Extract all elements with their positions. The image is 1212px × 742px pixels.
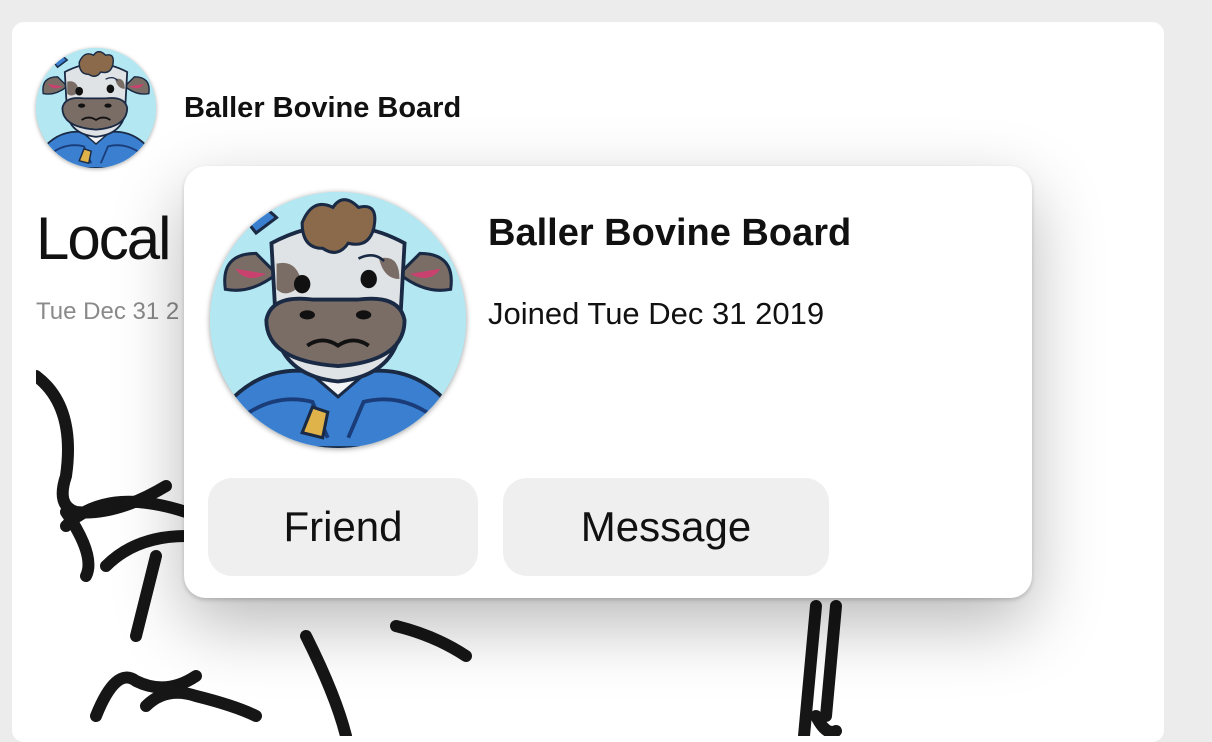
profile-popover: Baller Bovine Board Joined Tue Dec 31 20… [184, 166, 1032, 598]
post-title: Local [36, 205, 171, 272]
author-name[interactable]: Baller Bovine Board [184, 92, 461, 125]
joined-date: Joined Tue Dec 31 2019 [488, 296, 825, 331]
cow-avatar-icon [36, 48, 156, 168]
cow-avatar-icon [210, 192, 466, 448]
post-date: Tue Dec 31 2 [36, 298, 180, 325]
post-header: Baller Bovine Board [36, 46, 461, 170]
popover-avatar[interactable] [210, 192, 466, 448]
friend-button[interactable]: Friend [208, 478, 478, 576]
message-button[interactable]: Message [503, 478, 829, 576]
popover-name[interactable]: Baller Bovine Board [488, 212, 851, 255]
author-avatar[interactable] [36, 48, 156, 168]
